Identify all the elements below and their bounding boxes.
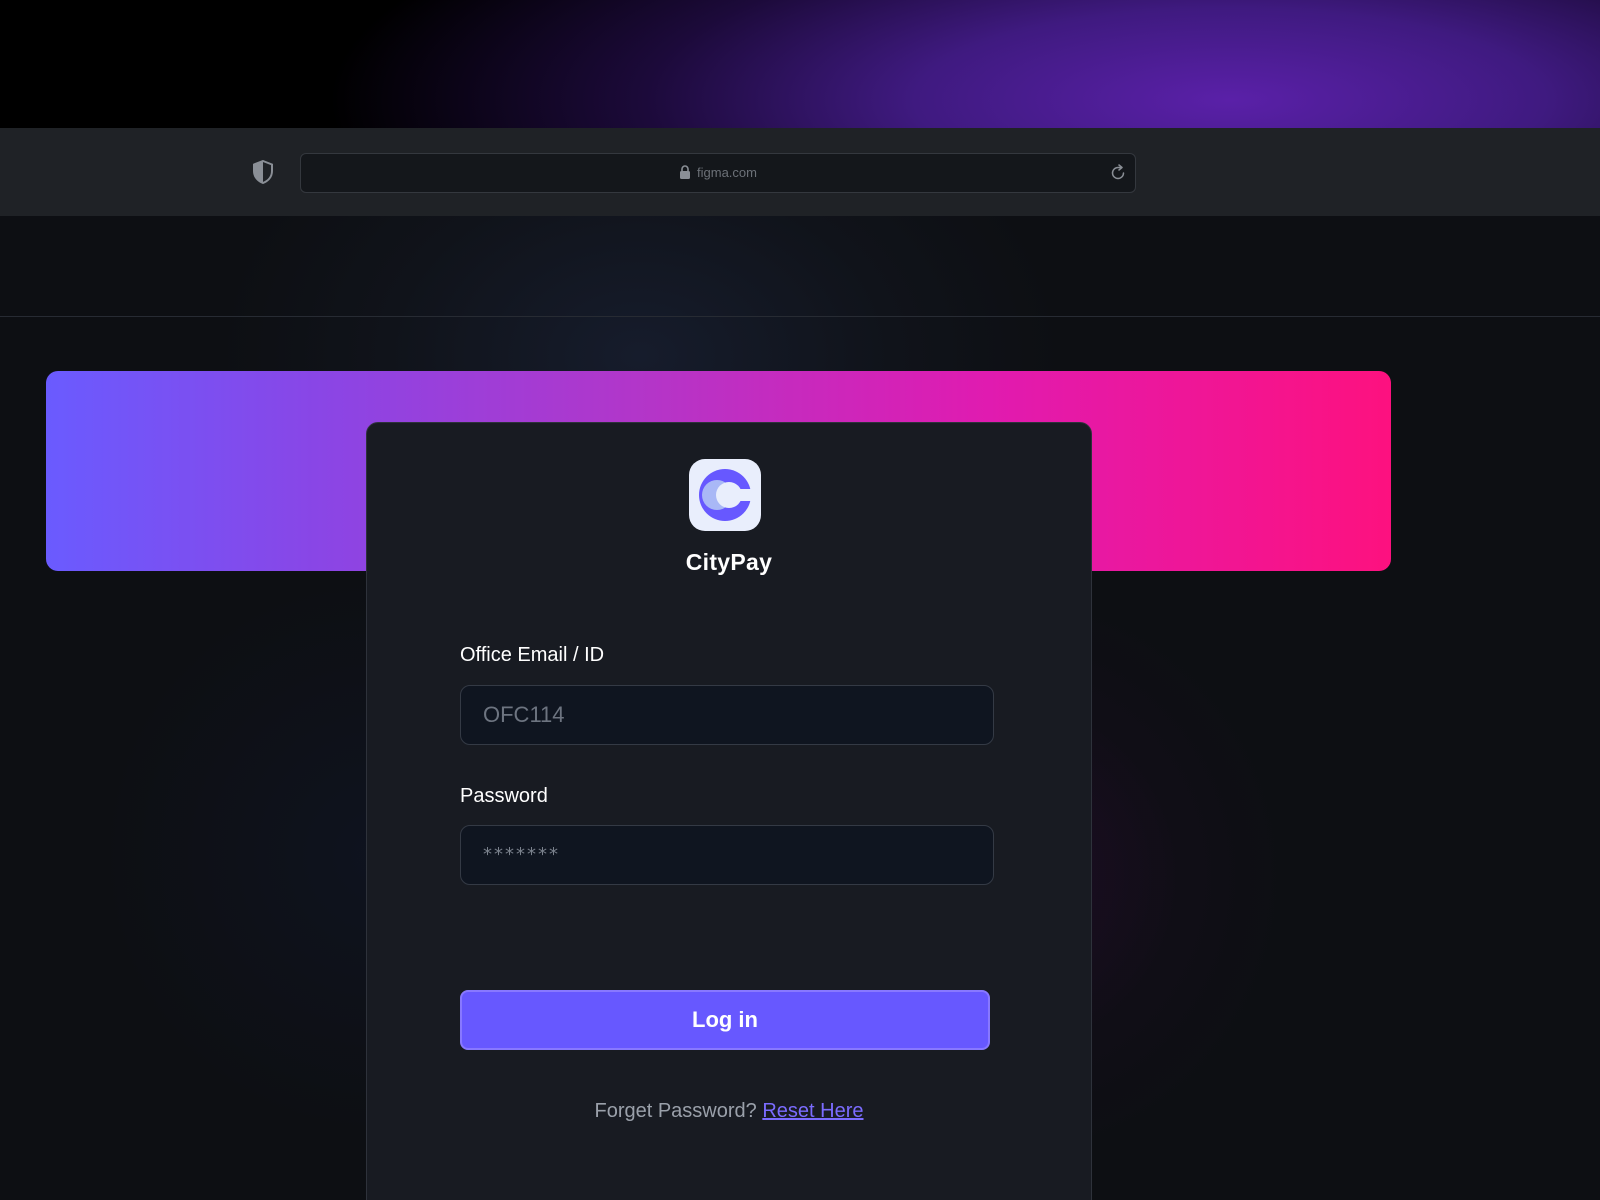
lock-icon (680, 165, 691, 179)
reset-password-link[interactable]: Reset Here (762, 1100, 863, 1122)
page-viewport: CityPay Office Email / ID OFC114 Passwor… (0, 216, 1600, 1200)
url-text: figma.com (697, 165, 757, 180)
address-bar[interactable]: figma.com (300, 153, 1136, 193)
password-field[interactable]: ******* (460, 825, 994, 885)
forgot-password-row: Forget Password? Reset Here (367, 1100, 1091, 1123)
shield-icon[interactable] (252, 160, 274, 184)
password-label: Password (460, 785, 548, 807)
email-field[interactable]: OFC114 (460, 685, 994, 745)
citypay-logo-icon (689, 459, 761, 531)
header-divider (0, 316, 1600, 317)
login-button[interactable]: Log in (460, 990, 990, 1050)
login-card: CityPay Office Email / ID OFC114 Passwor… (366, 422, 1092, 1200)
forgot-password-text: Forget Password? (594, 1100, 757, 1122)
desktop-wallpaper (0, 0, 1600, 128)
app-name: CityPay (685, 549, 773, 575)
reload-icon[interactable] (1109, 164, 1127, 182)
email-label: Office Email / ID (460, 644, 605, 666)
